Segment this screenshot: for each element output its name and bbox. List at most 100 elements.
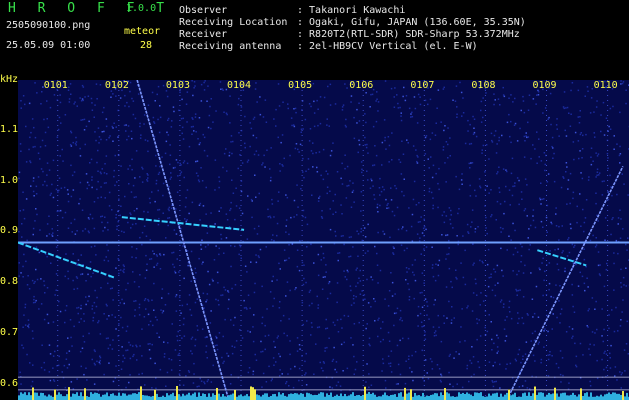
noise-speck [305,384,308,386]
level-bar [580,388,582,400]
level-bar [572,392,574,400]
noise-speck [93,383,96,385]
noise-speck [357,282,359,284]
noise-speck [42,184,44,186]
level-bar [336,394,338,400]
filename: 2505090100.png [6,20,91,31]
noise-speck [234,284,237,286]
noise-speck [201,239,203,241]
noise-speck [202,133,204,136]
noise-speck [162,182,165,185]
noise-speck [437,274,440,277]
level-bar [292,393,294,400]
noise-speck [68,101,71,103]
noise-speck [112,140,114,142]
noise-speck [278,191,280,193]
noise-speck [165,140,168,143]
noise-speck [383,119,386,121]
noise-speck [32,180,35,182]
level-bar [60,394,62,400]
noise-speck [127,168,129,170]
noise-speck [143,225,146,227]
noise-speck [18,275,20,277]
noise-speck [393,214,396,217]
noise-speck [583,221,586,224]
noise-speck [569,202,571,205]
noise-speck [187,264,189,267]
noise-speck [343,243,345,246]
noise-speck [408,207,410,209]
noise-speck [532,219,535,222]
noise-speck [250,198,253,201]
noise-speck [51,235,54,237]
noise-speck [599,264,601,266]
noise-speck [315,343,317,345]
y-tick-label: 0.9 [0,225,19,237]
noise-speck [167,208,170,210]
level-bar [30,395,32,400]
noise-speck [340,318,342,321]
noise-speck [380,327,382,330]
noise-speck [238,97,240,100]
noise-speck [450,319,453,321]
noise-speck [588,176,590,178]
noise-speck [417,93,420,96]
noise-speck [195,131,197,133]
level-bar [216,387,218,400]
noise-speck [85,125,88,128]
noise-speck [452,227,454,229]
noise-speck [468,143,471,145]
noise-speck [183,335,186,337]
level-bar [186,394,188,400]
noise-speck [287,103,289,105]
noise-speck [283,332,285,335]
noise-speck [561,225,563,227]
noise-speck [346,165,349,168]
noise-speck [498,187,500,189]
noise-speck [498,191,501,193]
noise-speck [300,188,302,190]
noise-speck [167,292,170,295]
noise-speck [412,271,414,274]
noise-speck [107,282,109,285]
noise-speck [356,108,358,111]
noise-speck [503,303,505,305]
level-bar [156,393,158,400]
noise-speck [355,269,357,271]
noise-speck [283,157,285,160]
noise-speck [451,306,453,308]
noise-speck [583,282,586,285]
noise-speck [540,203,542,205]
info-label-observer: Observer [179,5,228,16]
level-bar [456,396,458,400]
noise-speck [349,285,352,287]
noise-speck [125,130,127,132]
noise-speck [600,130,602,133]
noise-speck [426,314,428,316]
level-bar [94,392,96,400]
noise-speck [313,125,316,128]
noise-speck [448,267,451,270]
noise-speck [503,328,506,330]
noise-speck [342,235,344,237]
noise-speck [155,179,158,182]
noise-speck [143,210,145,213]
noise-speck [540,361,542,364]
noise-speck [203,381,205,383]
noise-speck [216,348,219,351]
noise-speck [382,230,384,233]
noise-speck [193,130,195,132]
noise-speck [186,303,188,306]
noise-speck [424,331,426,333]
noise-speck [272,275,274,278]
level-bar [406,393,408,400]
noise-speck [552,157,554,159]
noise-speck [182,323,185,326]
level-bar [338,395,340,400]
noise-speck [198,204,201,206]
noise-speck [227,291,230,293]
noise-speck [108,205,111,207]
level-bar [570,394,572,400]
noise-speck [348,256,350,258]
noise-speck [70,336,72,339]
